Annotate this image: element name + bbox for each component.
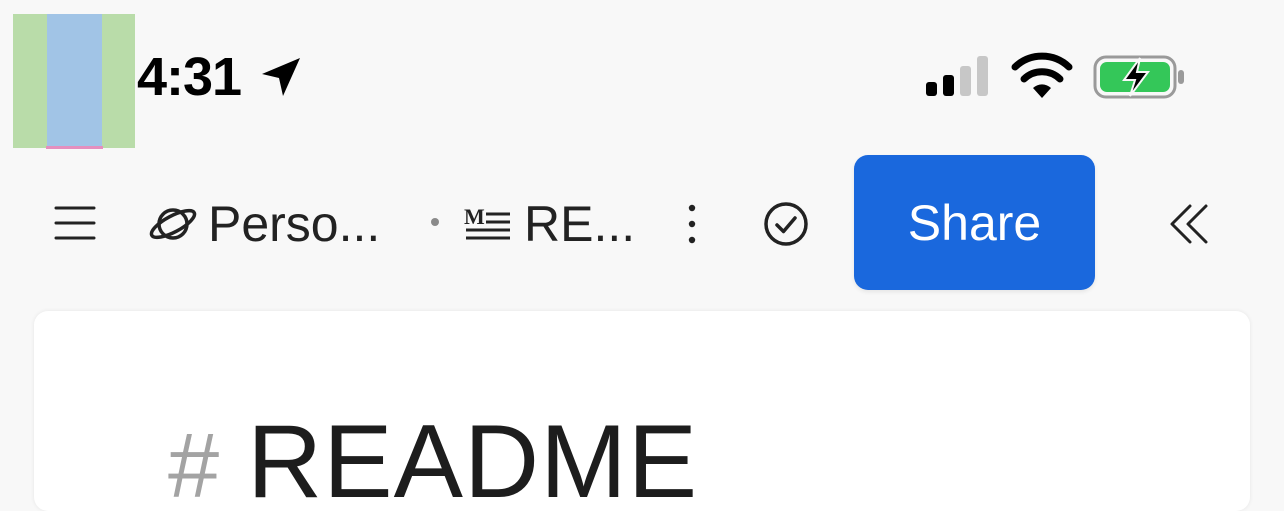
hamburger-menu-icon[interactable]	[52, 202, 98, 244]
breadcrumb-workspace[interactable]: Perso...	[148, 192, 380, 256]
share-button[interactable]: Share	[854, 155, 1095, 290]
svg-text:M: M	[464, 204, 485, 229]
vertical-ellipsis-icon[interactable]	[680, 202, 704, 246]
overlay-padding-right	[102, 14, 135, 148]
status-bar: 4:31	[0, 0, 1284, 150]
toolbar: Perso... M RE... Share	[0, 150, 1284, 300]
overlay-baseline	[46, 146, 103, 149]
location-arrow-icon	[262, 58, 300, 96]
file-label: RE...	[524, 196, 636, 252]
heading-text: README	[247, 404, 699, 511]
breadcrumb-file[interactable]: M RE...	[464, 192, 635, 256]
markdown-icon: M	[464, 204, 510, 240]
overlay-content-box	[47, 14, 102, 148]
wifi-icon	[1011, 52, 1073, 98]
check-circle-icon[interactable]	[762, 200, 810, 248]
cellular-signal-icon	[926, 56, 988, 96]
debug-overlay	[13, 14, 135, 149]
battery-charging-icon	[1093, 55, 1184, 99]
overlay-padding-left	[13, 14, 47, 148]
document-heading[interactable]: # README	[168, 403, 698, 511]
planet-icon	[149, 208, 197, 240]
heading-marker: #	[168, 415, 220, 511]
workspace-label: Perso...	[208, 196, 381, 252]
status-time: 4:31	[137, 47, 242, 107]
breadcrumb-separator	[431, 218, 439, 226]
double-chevron-left-icon[interactable]	[1168, 202, 1212, 246]
document-editor[interactable]: # README	[34, 311, 1250, 511]
